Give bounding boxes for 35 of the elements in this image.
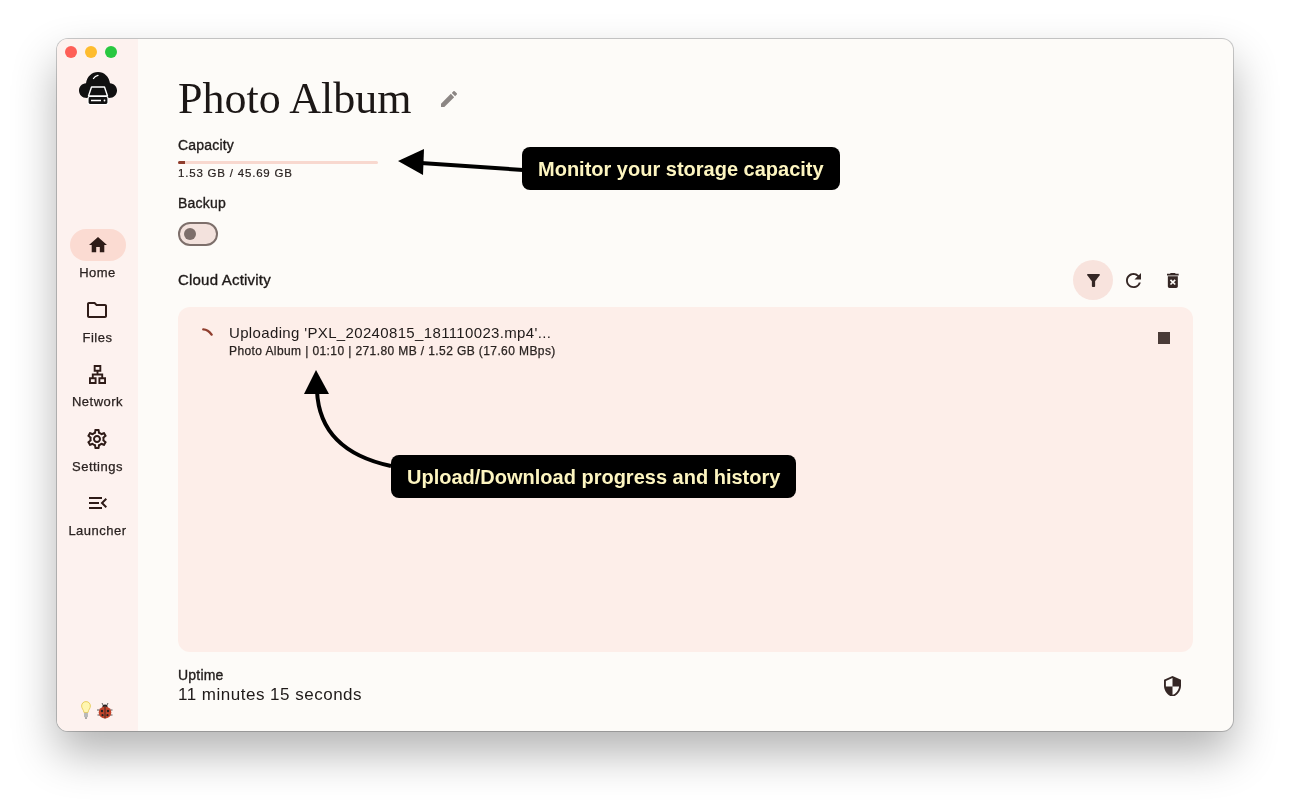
gear-icon: [87, 428, 108, 449]
edit-button[interactable]: [440, 91, 457, 107]
folder-icon: [87, 301, 108, 318]
nav-item[interactable]: Home: [69, 229, 126, 281]
activity-title: Uploading 'PXL_20240815_181110023.mp4'...: [229, 324, 552, 342]
filter-icon: [1086, 273, 1100, 287]
pencil-icon: [440, 91, 457, 107]
stop-icon: [1158, 332, 1170, 344]
capacity-reading: 1.53 GB / 45.69 GB: [178, 166, 293, 180]
backup-toggle[interactable]: [178, 222, 218, 246]
network-icon: [89, 364, 106, 384]
callout: Monitor your storage capacity: [522, 147, 840, 190]
close-button[interactable]: [65, 46, 77, 58]
nav-item[interactable]: Files: [82, 293, 113, 346]
activity-details: Photo Album | 01:10 | 271.80 MB / 1.52 GB (17.60 MBps): [229, 344, 556, 358]
backup-label: Backup: [178, 194, 226, 212]
nav-item[interactable]: Settings: [72, 422, 123, 475]
nav-item[interactable]: Network: [71, 358, 124, 410]
shield-icon: [1164, 675, 1181, 697]
uptime-value: 11 minutes 15 seconds: [178, 684, 363, 706]
page-title: Photo Album: [178, 73, 412, 125]
section-title: Cloud Activity: [178, 271, 271, 289]
cloud-drive-icon: [78, 70, 117, 106]
nav-item[interactable]: Launcher: [68, 487, 127, 539]
uptime-label: Uptime: [178, 666, 224, 684]
ladybug-icon: [96, 702, 114, 719]
spinner-icon: [202, 328, 213, 336]
callout: Upload/Download progress and history: [391, 455, 797, 498]
capacity-label: Capacity: [178, 136, 235, 154]
light-bulb-icon: [81, 701, 91, 719]
home-icon: [69, 229, 126, 261]
refresh-icon: [1125, 272, 1141, 288]
delete-icon: [1167, 272, 1179, 288]
menu-icon: [88, 497, 107, 509]
filter-button[interactable]: [1073, 260, 1113, 300]
